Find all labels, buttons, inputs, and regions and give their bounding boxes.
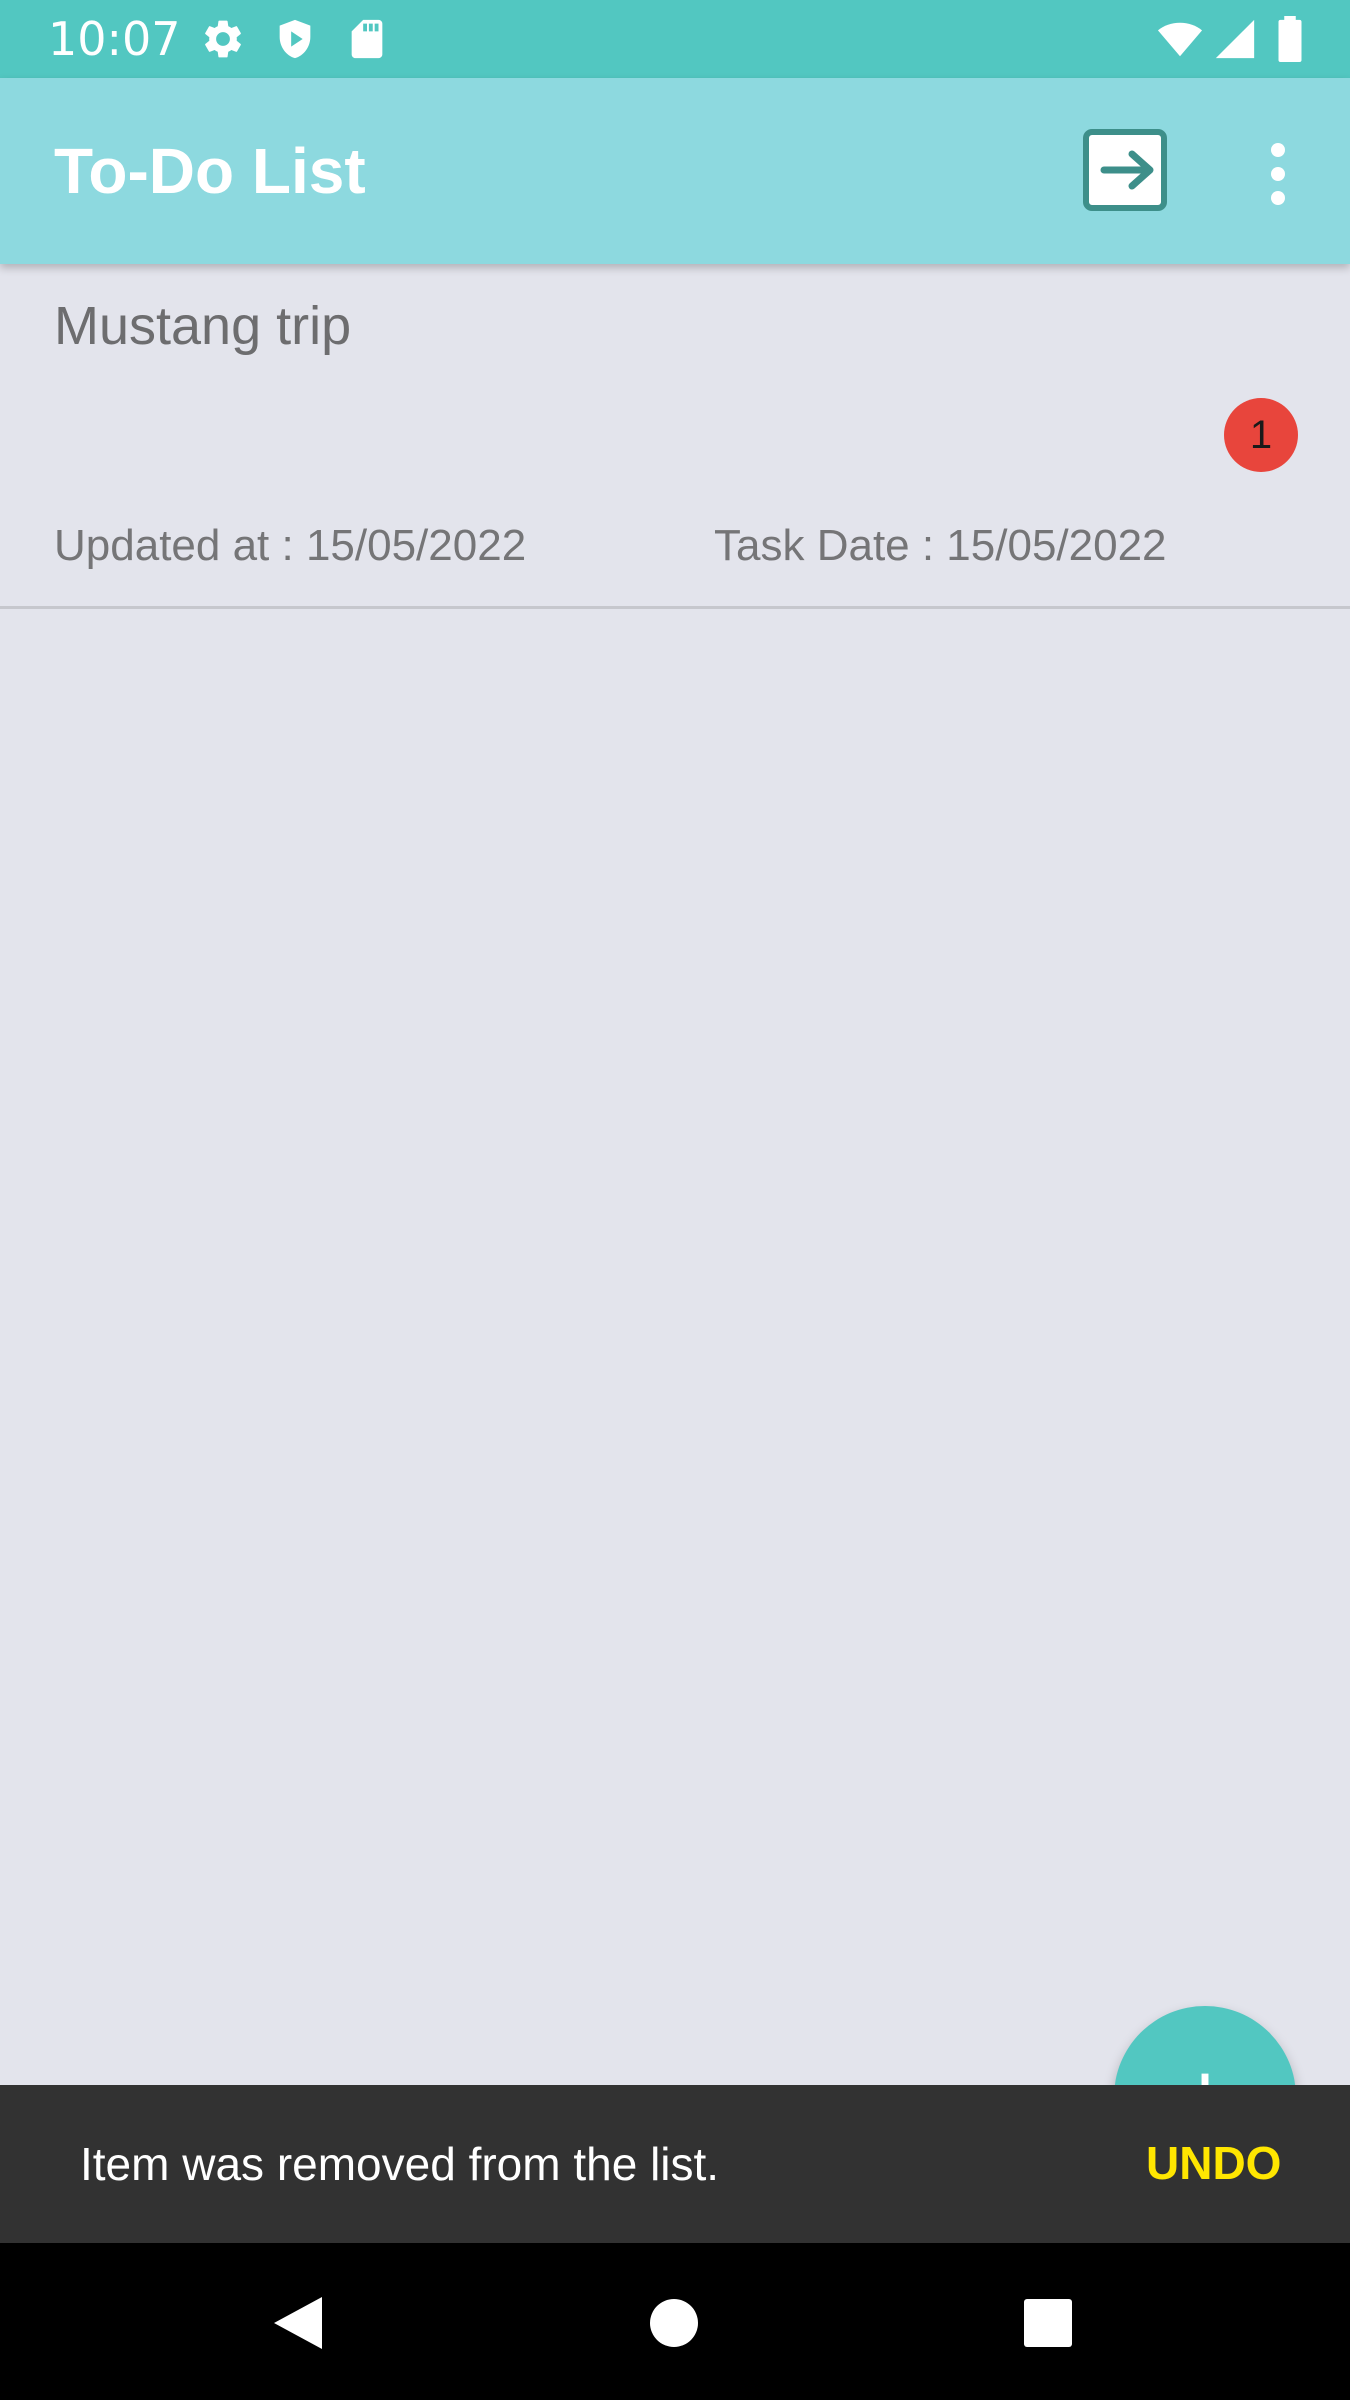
- battery-icon: [1278, 16, 1302, 62]
- snackbar-message: Item was removed from the list.: [80, 2138, 720, 2190]
- sd-card-icon: [351, 19, 383, 59]
- task-badge: 1: [1224, 398, 1298, 472]
- undo-button[interactable]: UNDO: [1146, 2135, 1281, 2191]
- shield-icon: [279, 19, 311, 59]
- gear-icon: [205, 20, 241, 58]
- screen: 10:07 To-Do List Mustang trip 1 Updated …: [0, 0, 1350, 2400]
- home-icon[interactable]: [634, 2283, 714, 2363]
- navigation-bar: [0, 2243, 1350, 2400]
- more-vert-icon: [1271, 143, 1285, 205]
- status-time: 10:07: [48, 12, 181, 66]
- list-item[interactable]: Mustang trip 1 Updated at : 15/05/2022 T…: [0, 264, 1350, 609]
- app-bar: To-Do List: [0, 78, 1350, 264]
- status-bar: 10:07: [0, 0, 1350, 78]
- task-updated-at: Updated at : 15/05/2022: [54, 521, 527, 570]
- recents-icon[interactable]: [1008, 2283, 1088, 2363]
- exit-button[interactable]: [1082, 126, 1170, 214]
- task-title: Mustang trip: [54, 296, 352, 356]
- more-options-button[interactable]: [1252, 138, 1304, 210]
- back-icon[interactable]: [260, 2283, 340, 2363]
- exit-icon: [1083, 129, 1167, 211]
- snackbar: Item was removed from the list. UNDO: [0, 2085, 1350, 2243]
- task-date: Task Date : 15/05/2022: [714, 521, 1167, 570]
- app-title: To-Do List: [54, 135, 366, 207]
- cell-signal-icon: [1215, 19, 1255, 59]
- wifi-icon: [1157, 22, 1203, 57]
